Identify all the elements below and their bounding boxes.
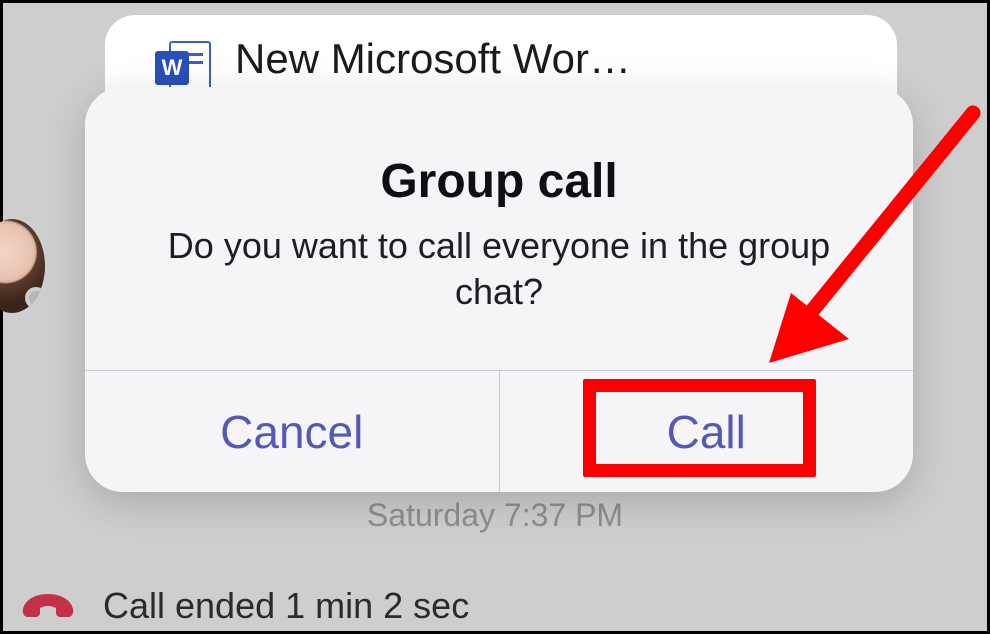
file-name: New Microsoft Wor…	[235, 35, 631, 83]
call-ended-text: Call ended 1 min 2 sec	[103, 585, 469, 627]
word-document-icon: W	[155, 41, 211, 93]
word-badge: W	[155, 51, 189, 85]
dialog-message: Do you want to call everyone in the grou…	[145, 223, 853, 315]
cancel-button[interactable]: Cancel	[85, 371, 499, 492]
dialog-title: Group call	[380, 154, 617, 209]
group-call-dialog: Group call Do you want to call everyone …	[85, 87, 913, 492]
avatar[interactable]	[0, 219, 45, 313]
presence-indicator	[25, 287, 45, 309]
dialog-body: Group call Do you want to call everyone …	[85, 87, 913, 370]
call-button[interactable]: Call	[499, 371, 914, 492]
declined-call-icon	[21, 592, 75, 620]
call-ended-row: Call ended 1 min 2 sec	[3, 585, 987, 627]
message-timestamp: Saturday 7:37 PM	[3, 497, 987, 534]
dialog-button-row: Cancel Call	[85, 370, 913, 492]
